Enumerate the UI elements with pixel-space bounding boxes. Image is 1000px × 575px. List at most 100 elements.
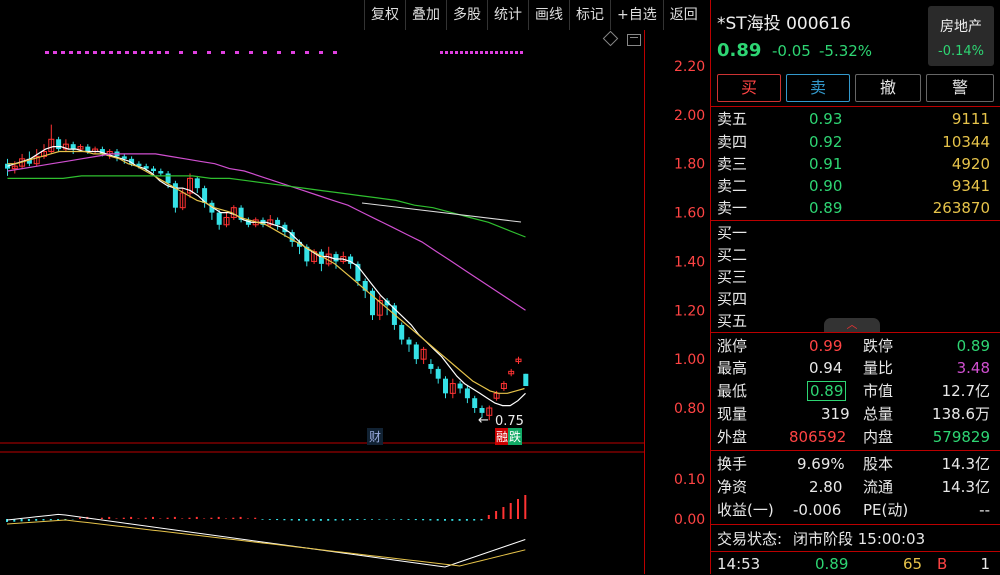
trend-line bbox=[361, 202, 522, 223]
low-value: 0.89 bbox=[807, 381, 847, 401]
stat-row: 现量 319 总量 138.6万 bbox=[711, 403, 1000, 425]
signal-dot bbox=[249, 51, 253, 54]
candle-body bbox=[275, 219, 281, 225]
current-price: 0.89 bbox=[717, 40, 762, 61]
ask-price: 0.91 bbox=[809, 155, 843, 173]
signal-dot bbox=[490, 51, 493, 54]
signal-dot bbox=[333, 51, 337, 54]
signal-dot bbox=[221, 51, 225, 54]
toolbar-stats-button[interactable]: 统计 bbox=[487, 0, 528, 30]
bid-row-2[interactable]: 买二 bbox=[711, 244, 1000, 266]
signal-dot bbox=[291, 51, 295, 54]
divider bbox=[711, 524, 1000, 525]
ask-row-5[interactable]: 卖五 0.93 9111 bbox=[711, 108, 1000, 130]
ask-row-2[interactable]: 卖二 0.90 9341 bbox=[711, 175, 1000, 197]
toolbar-mark-button[interactable]: 标记 bbox=[569, 0, 610, 30]
toolbar-multi-stock-button[interactable]: 多股 bbox=[446, 0, 487, 30]
signal-dot bbox=[149, 51, 153, 54]
signal-dot bbox=[207, 51, 211, 54]
signal-dot bbox=[109, 51, 113, 54]
signal-dot bbox=[455, 51, 458, 54]
signal-dot bbox=[263, 51, 267, 54]
low-price-label: 0.75 bbox=[495, 414, 524, 429]
signal-dot bbox=[465, 51, 468, 54]
toolbar-add-watchlist-button[interactable]: +自选 bbox=[610, 0, 663, 30]
stat-label: PE(动) bbox=[863, 501, 909, 519]
alert-button[interactable]: 警 bbox=[926, 74, 994, 102]
stat-row: 涨停 0.99 跌停 0.89 bbox=[711, 335, 1000, 357]
signal-dot bbox=[193, 51, 197, 54]
bid-row-1[interactable]: 买一 bbox=[711, 222, 1000, 244]
signal-dot bbox=[125, 51, 129, 54]
signal-dot bbox=[515, 51, 518, 54]
stat-label: 最高 bbox=[717, 359, 748, 377]
ask-row-3[interactable]: 卖三 0.91 4920 bbox=[711, 153, 1000, 175]
divider bbox=[711, 450, 1000, 451]
tick-time: 14:53 bbox=[717, 555, 761, 573]
ma60-line bbox=[7, 175, 526, 238]
toolbar-back-button[interactable]: 返回 bbox=[662, 0, 704, 30]
signal-dot bbox=[440, 51, 443, 54]
panel-divider bbox=[710, 0, 711, 574]
signal-dot bbox=[520, 51, 523, 54]
stock-title: *ST海投 000616 bbox=[717, 14, 851, 34]
sector-box[interactable]: 房地产 -0.14% bbox=[928, 6, 994, 66]
candle-body bbox=[406, 339, 412, 345]
window-toggle-icon[interactable] bbox=[627, 34, 641, 46]
ma10-line bbox=[7, 150, 525, 394]
market-cap-value: 12.7亿 bbox=[941, 382, 990, 400]
candle-body bbox=[435, 368, 441, 379]
candle-body bbox=[194, 178, 200, 189]
signal-dot bbox=[495, 51, 498, 54]
price-tick-label: 0.80 bbox=[674, 401, 705, 417]
kline-chart[interactable]: 2.20 2.00 1.80 1.60 1.40 1.20 1.00 0.80 0.10 0.00 bbox=[0, 0, 710, 574]
bid-row-3[interactable]: 买三 bbox=[711, 266, 1000, 288]
price-tick-label: 1.40 bbox=[674, 254, 705, 270]
price-tick-label: 1.20 bbox=[674, 303, 705, 319]
stat-label: 流通 bbox=[863, 478, 894, 496]
candle-body bbox=[399, 324, 405, 340]
signal-dot bbox=[69, 51, 73, 54]
stat-label: 总量 bbox=[863, 405, 894, 423]
ask-row-4[interactable]: 卖四 0.92 10344 bbox=[711, 131, 1000, 153]
ask-label: 卖四 bbox=[717, 133, 748, 151]
cancel-order-button[interactable]: 撤 bbox=[855, 74, 921, 102]
current-volume-value: 319 bbox=[821, 405, 850, 423]
candle-body bbox=[85, 146, 91, 152]
signal-dot bbox=[450, 51, 453, 54]
ask-label: 卖三 bbox=[717, 155, 748, 173]
bid-row-4[interactable]: 买四 bbox=[711, 288, 1000, 310]
ask-row-1[interactable]: 卖一 0.89 263870 bbox=[711, 197, 1000, 219]
margin-marker[interactable]: 融 bbox=[495, 428, 510, 445]
outer-volume-value: 806592 bbox=[789, 428, 847, 446]
signal-dot bbox=[141, 51, 145, 54]
limit-down-marker[interactable]: 跌 bbox=[508, 428, 523, 445]
ma20-line bbox=[7, 153, 526, 311]
turnover-value: 9.69% bbox=[797, 455, 845, 473]
signal-dot bbox=[101, 51, 105, 54]
sector-name: 房地产 bbox=[940, 19, 982, 35]
float-shares-value: 14.3亿 bbox=[941, 478, 990, 496]
signal-dot bbox=[165, 51, 169, 54]
toolbar-overlay-button[interactable]: 叠加 bbox=[405, 0, 446, 30]
price-tick-label: 2.20 bbox=[674, 59, 705, 75]
stat2-row: 换手 9.69% 股本 14.3亿 bbox=[711, 453, 1000, 475]
stat-label: 最低 bbox=[717, 382, 748, 400]
ask-price: 0.89 bbox=[809, 199, 843, 217]
finance-marker[interactable]: 财 bbox=[367, 428, 384, 445]
low-arrow-icon: ← bbox=[478, 413, 489, 428]
ask-price: 0.90 bbox=[809, 177, 843, 195]
signal-dot bbox=[77, 51, 81, 54]
macd-tick-label: 0.00 bbox=[674, 512, 705, 528]
toolbar-draw-button[interactable]: 画线 bbox=[528, 0, 569, 30]
signal-dot bbox=[235, 51, 239, 54]
collapse-up-icon[interactable]: ︿ bbox=[824, 318, 880, 332]
signal-dot bbox=[470, 51, 473, 54]
stat-row: 最低 0.89 市值 12.7亿 bbox=[711, 380, 1000, 402]
candle-body bbox=[165, 173, 171, 184]
signal-dot bbox=[460, 51, 463, 54]
toolbar-fuquan-button[interactable]: 复权 bbox=[364, 0, 405, 30]
candle-body bbox=[151, 168, 156, 172]
sell-button[interactable]: 卖 bbox=[786, 74, 850, 102]
buy-button[interactable]: 买 bbox=[717, 74, 781, 102]
